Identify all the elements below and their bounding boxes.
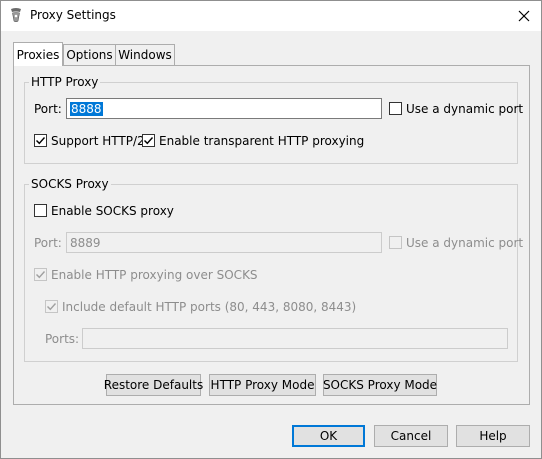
tab-proxies[interactable]: Proxies — [13, 42, 63, 66]
socks-port-input[interactable]: 8889 — [66, 232, 382, 253]
socks-proxy-group-title: SOCKS Proxy — [29, 177, 111, 191]
http-port-input[interactable]: 8888 — [66, 98, 382, 119]
http-dynamic-port-label: Use a dynamic port — [406, 102, 524, 116]
app-icon — [9, 7, 23, 23]
http-over-socks-label: Enable HTTP proxying over SOCKS — [51, 268, 258, 282]
check-icon — [47, 303, 57, 311]
tab-options[interactable]: Options — [63, 44, 116, 65]
socks-ports-input[interactable] — [82, 328, 508, 349]
help-button[interactable]: Help — [456, 425, 530, 447]
http2-checkbox[interactable] — [34, 134, 47, 147]
close-icon — [518, 10, 530, 21]
http-port-label: Port: — [34, 102, 62, 116]
http-proxy-group — [24, 82, 518, 164]
socks-proxy-mode-button[interactable]: SOCKS Proxy Mode — [323, 374, 437, 396]
transparent-proxy-checkbox[interactable] — [142, 134, 155, 147]
http-over-socks-checkbox[interactable] — [34, 268, 47, 281]
enable-socks-checkbox[interactable] — [34, 204, 47, 217]
ok-button[interactable]: OK — [292, 425, 365, 447]
cancel-button[interactable]: Cancel — [374, 425, 448, 447]
check-icon — [36, 271, 46, 279]
http-proxy-mode-button[interactable]: HTTP Proxy Mode — [209, 374, 316, 396]
default-ports-checkbox[interactable] — [45, 300, 58, 313]
window-title: Proxy Settings — [30, 8, 116, 22]
check-icon — [144, 137, 154, 145]
tab-windows[interactable]: Windows — [115, 44, 175, 65]
check-icon — [36, 137, 46, 145]
enable-socks-label: Enable SOCKS proxy — [51, 204, 174, 218]
http-proxy-group-title: HTTP Proxy — [29, 75, 101, 89]
close-button[interactable] — [507, 1, 541, 30]
socks-ports-label: Ports: — [45, 332, 80, 346]
transparent-proxy-label: Enable transparent HTTP proxying — [159, 134, 365, 148]
socks-dynamic-port-checkbox[interactable] — [389, 236, 402, 249]
socks-dynamic-port-label: Use a dynamic port — [406, 236, 524, 250]
restore-defaults-button[interactable]: Restore Defaults — [104, 374, 203, 396]
http-dynamic-port-checkbox[interactable] — [389, 102, 402, 115]
default-ports-label: Include default HTTP ports (80, 443, 808… — [62, 300, 357, 314]
socks-port-label: Port: — [34, 236, 62, 250]
http2-label: Support HTTP/2 — [51, 134, 145, 148]
http-port-value: 8888 — [70, 102, 103, 116]
